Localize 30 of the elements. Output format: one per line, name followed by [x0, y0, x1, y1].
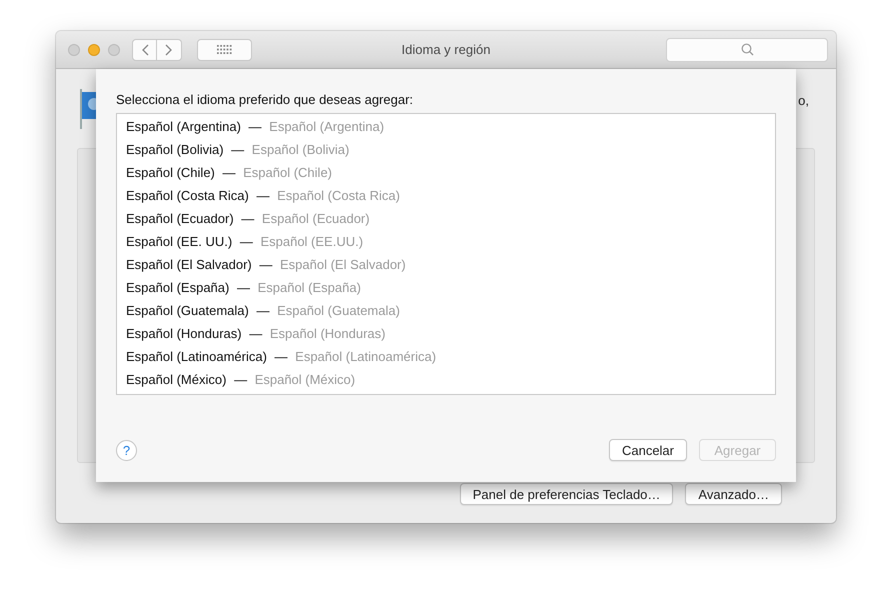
language-option[interactable]: Español (Guatemala) — Español (Guatemala) — [117, 299, 775, 322]
preferences-button[interactable]: Avanzado… — [685, 483, 782, 505]
show-all-button[interactable] — [197, 38, 252, 60]
language-option[interactable]: Español (EE. UU.) — Español (EE.UU.) — [117, 230, 775, 253]
language-option[interactable]: Español (Chile) — Español (Chile) — [117, 161, 775, 184]
language-option[interactable]: Español (Latinoamérica) — Español (Latinoamérica) — [117, 345, 775, 368]
language-option[interactable]: Español (Argentina) — Español (Argentina) — [117, 115, 775, 138]
zoom-icon[interactable] — [108, 44, 120, 56]
minimize-icon[interactable] — [88, 44, 100, 56]
grid-icon — [216, 44, 232, 54]
search-field[interactable] — [666, 38, 828, 62]
search-icon — [740, 43, 754, 56]
preferences-button[interactable]: Panel de preferencias Teclado… — [460, 483, 674, 505]
forward-button[interactable] — [157, 38, 182, 60]
chevron-left-icon — [140, 44, 148, 56]
help-button[interactable]: ? — [116, 440, 137, 460]
chevron-right-icon — [165, 44, 173, 56]
cancel-button[interactable]: Cancelar — [608, 439, 687, 461]
back-button[interactable] — [132, 38, 157, 60]
language-option[interactable]: Español (El Salvador) — Español (El Salvador) — [117, 253, 775, 276]
language-option[interactable]: Español (Ecuador) — Español (Ecuador) — [117, 207, 775, 230]
close-icon[interactable] — [68, 44, 80, 56]
description-text: o, — [798, 93, 809, 108]
window-title: Idioma y región — [402, 42, 490, 57]
language-option[interactable]: Español (Honduras) — Español (Honduras) — [117, 322, 775, 345]
language-option[interactable]: Español (México) — Español (México) — [117, 368, 775, 391]
language-option[interactable]: Español (España) — Español (España) — [117, 276, 775, 299]
language-option[interactable]: Español (Bolivia) — Español (Bolivia) — [117, 138, 775, 161]
language-option[interactable]: Español (Costa Rica) — Español (Costa Rica) — [117, 184, 775, 207]
prompt-text: Selecciona el idioma preferido que deseas agregar: — [116, 92, 414, 107]
